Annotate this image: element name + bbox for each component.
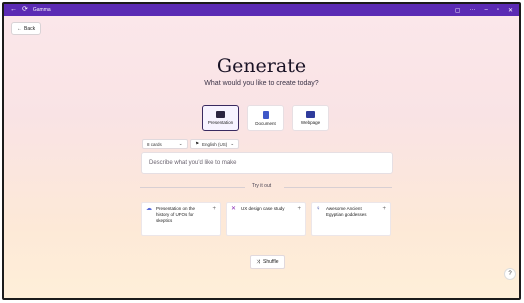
monitor-bezel bbox=[2, 2, 521, 300]
screen: ← ⟳ Gamma ▢ ··· – ▫ ✕ ← Back Generate Wh… bbox=[0, 0, 524, 303]
